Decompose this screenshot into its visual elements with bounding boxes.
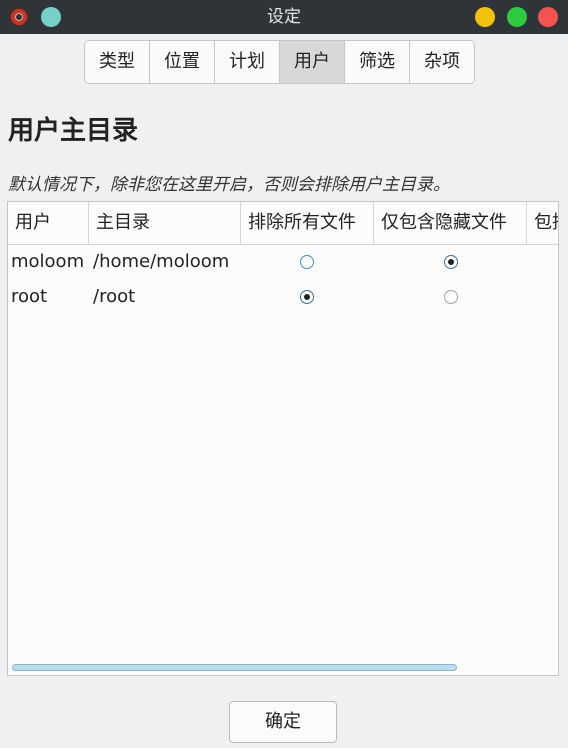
exclude-all-radio[interactable] [300,290,314,304]
ok-button[interactable]: 确定 [229,701,337,743]
minimize-button[interactable] [475,7,495,27]
tab-users[interactable]: 用户 [280,41,345,83]
maximize-button[interactable] [507,7,527,27]
users-table: 用户 主目录 排除所有文件 仅包含隐藏文件 包括 moloom /home/mo… [7,201,559,676]
tab-type[interactable]: 类型 [85,41,150,83]
tab-location[interactable]: 位置 [150,41,215,83]
tab-misc[interactable]: 杂项 [410,41,474,83]
column-header-hidden-only[interactable]: 仅包含隐藏文件 [374,202,527,244]
column-header-home[interactable]: 主目录 [89,202,241,244]
column-header-include[interactable]: 包括 [527,202,558,244]
hidden-only-radio[interactable] [444,290,458,304]
table-row[interactable]: moloom /home/moloom [8,245,558,279]
home-directory: /home/moloom [93,251,230,272]
horizontal-scrollbar[interactable] [12,664,457,671]
exclude-all-radio[interactable] [300,255,314,269]
title-bar: 设定 [0,0,568,34]
page-title: 用户主目录 [8,116,139,146]
hidden-only-radio[interactable] [444,255,458,269]
user-name: moloom [11,251,85,272]
tab-filter[interactable]: 筛选 [345,41,410,83]
table-row[interactable]: root /root [8,280,558,314]
home-directory: /root [93,286,136,307]
close-button[interactable] [538,7,558,27]
page-description: 默认情况下，除非您在这里开启，否则会排除用户主目录。 [8,175,450,195]
column-header-exclude-all[interactable]: 排除所有文件 [241,202,374,244]
column-header-user[interactable]: 用户 [8,202,89,244]
tab-bar: 类型 位置 计划 用户 筛选 杂项 [84,40,475,84]
tab-schedule[interactable]: 计划 [215,41,280,83]
user-name: root [11,286,48,307]
table-header: 用户 主目录 排除所有文件 仅包含隐藏文件 包括 [8,202,558,245]
